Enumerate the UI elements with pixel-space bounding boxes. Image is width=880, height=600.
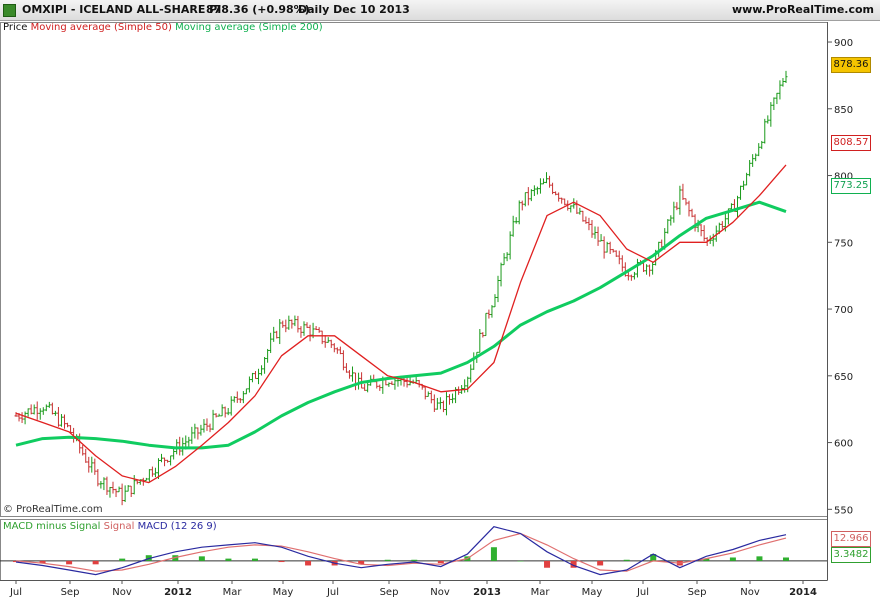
x-tick-label: Mar [223,587,243,598]
x-tick-label: Sep [380,587,399,598]
signal-tag: 12.966 [831,531,871,547]
x-tick-label: Nov [740,587,760,598]
y-tick-label: 850 [834,105,853,116]
price-chart[interactable]: 550600650700750800850900 JulSepNov2012Ma… [0,0,880,600]
macd-hist-bar [437,560,444,564]
sma200-line [15,200,787,450]
macd-hist-bar [756,556,763,561]
macd-hist-bar [517,560,524,562]
macd-hist-bar [729,557,736,561]
macd-hist-bar [305,560,312,566]
macd-hist-bar [119,558,126,561]
macd-hist-bar [251,558,258,561]
macd-hist-bar [597,560,604,566]
x-tick-label: 2013 [473,587,501,598]
x-tick-label: Sep [688,587,707,598]
macd-hist-bar [198,556,205,561]
macd-hist-bar [783,557,789,561]
x-tick-label: Nov [430,587,450,598]
x-tick-label: Mar [531,587,551,598]
price-tag: 878.36 [831,57,871,73]
sma50-tag: 808.57 [831,135,871,151]
macd-panel-frame [0,519,828,581]
macd-hist-bar [490,547,497,561]
macd-hist-bar [544,560,551,568]
x-tick-label: Sep [61,587,80,598]
y-tick-label: 750 [834,238,853,249]
sma50-line [15,164,787,484]
macd-hist-bar [66,560,73,565]
x-tick-label: Jul [636,587,649,598]
macd-hist-bar [225,558,232,561]
macd-hist-bar [384,559,391,561]
x-tick-label: 2012 [164,587,192,598]
x-tick-label: 2014 [789,587,817,598]
x-tick-label: Nov [112,587,132,598]
x-tick-label: Jul [326,587,339,598]
sma200-tag: 773.25 [831,178,871,194]
x-tick-label: Jul [9,587,22,598]
macd-hist-bar [411,559,418,561]
x-tick-label: May [273,587,294,598]
y-tick-label: 550 [834,505,853,516]
hist-tag: 3.3482 [831,547,871,563]
macd-hist-bar [92,560,99,565]
signal-line [15,532,787,572]
macd-hist-bar [623,559,630,561]
y-tick-label: 700 [834,305,853,316]
y-tick-label: 650 [834,372,853,383]
y-tick-label: 600 [834,439,853,450]
macd-hist-bar [278,560,285,563]
y-tick-label: 900 [834,38,853,49]
x-tick-label: May [582,587,603,598]
